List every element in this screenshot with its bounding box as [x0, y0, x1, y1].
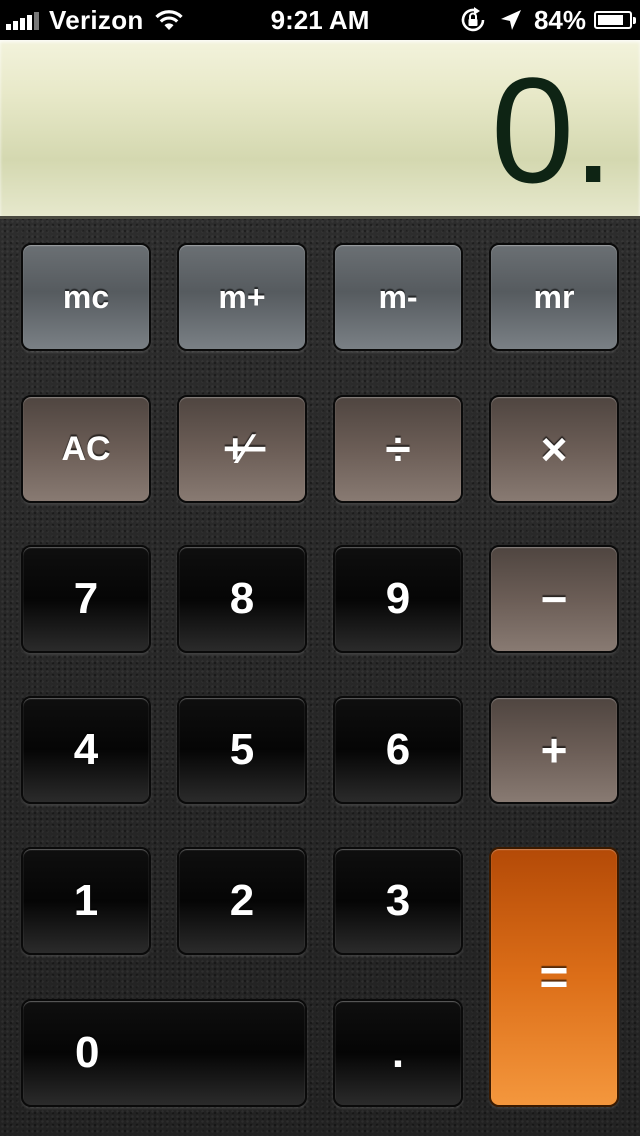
memory-add-button[interactable]: m+ [177, 243, 307, 351]
digit-8-button[interactable]: 8 [177, 545, 307, 653]
digit-7-button[interactable]: 7 [21, 545, 151, 653]
digit-1-button[interactable]: 1 [21, 847, 151, 955]
subtract-button[interactable]: − [489, 545, 619, 653]
plus-minus-button[interactable]: +⁄− [177, 395, 307, 503]
digit-5-button[interactable]: 5 [177, 696, 307, 804]
status-bar: Verizon 9:21 AM 84% [0, 0, 640, 40]
digit-0-button[interactable]: 0 [21, 999, 307, 1107]
decimal-point-button[interactable]: . [333, 999, 463, 1107]
divide-button[interactable]: ÷ [333, 395, 463, 503]
equals-button[interactable]: = [489, 847, 619, 1107]
battery-icon [594, 11, 636, 29]
memory-subtract-button[interactable]: m- [333, 243, 463, 351]
digit-2-button[interactable]: 2 [177, 847, 307, 955]
digit-3-button[interactable]: 3 [333, 847, 463, 955]
digit-4-button[interactable]: 4 [21, 696, 151, 804]
status-bar-right: 84% [448, 0, 636, 40]
display-value: 0. [490, 46, 614, 214]
calculator-display: 0. [0, 40, 640, 219]
memory-recall-button[interactable]: mr [489, 243, 619, 351]
calculator-screen: Verizon 9:21 AM 84% 0. mc m+ m- mr AC +⁄… [0, 0, 640, 1136]
multiply-button[interactable]: × [489, 395, 619, 503]
battery-level-fill [598, 15, 623, 25]
keypad: mc m+ m- mr AC +⁄− ÷ × 7 8 9 − 4 5 6 + 1… [0, 219, 640, 1136]
all-clear-button[interactable]: AC [21, 395, 151, 503]
location-arrow-icon [500, 10, 521, 30]
battery-percentage: 84% [533, 4, 586, 35]
digit-9-button[interactable]: 9 [333, 545, 463, 653]
memory-clear-button[interactable]: mc [21, 243, 151, 351]
rotation-lock-icon [461, 7, 485, 32]
digit-6-button[interactable]: 6 [333, 696, 463, 804]
add-button[interactable]: + [489, 696, 619, 804]
